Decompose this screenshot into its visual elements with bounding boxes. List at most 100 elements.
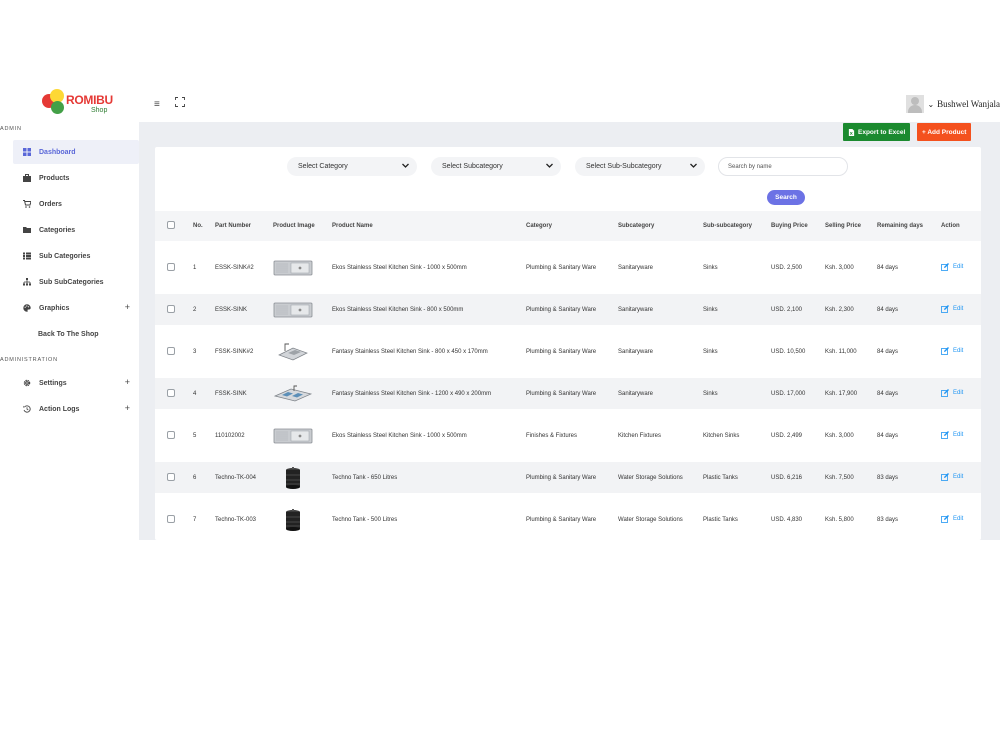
chevron-down-icon <box>402 163 409 168</box>
cell-remaining-days: 84 days <box>877 420 941 451</box>
products-table: No. Part Number Product Image Product Na… <box>155 211 981 535</box>
cell-subsubcategory: Sinks <box>703 252 771 283</box>
cell-action: Edit <box>941 336 981 367</box>
row-checkbox[interactable] <box>167 472 175 481</box>
cell-product-image <box>273 420 332 451</box>
cell-selling-price: Ksh. 11,000 <box>825 336 877 367</box>
sidebar-item-orders[interactable]: Orders <box>13 192 139 216</box>
cell-no: 3 <box>193 336 215 367</box>
sidebar-item-graphics[interactable]: Graphics + <box>13 296 139 320</box>
cell-subcategory: Kitchen Fixtures <box>618 420 703 451</box>
edit-button[interactable]: Edit <box>941 472 963 481</box>
cell-subcategory: Sanitaryware <box>618 294 703 325</box>
row-spacer <box>155 451 981 462</box>
search-input[interactable]: Search by name <box>718 157 848 176</box>
cell-buying-price: USD. 10,500 <box>771 336 825 367</box>
app-shell: ROMIBU Shop ADMIN Dashboard Products Ord… <box>0 86 1000 540</box>
search-button[interactable]: Search <box>767 190 805 205</box>
export-label: Export to Excel <box>858 128 906 136</box>
expand-plus-icon[interactable]: + <box>125 377 130 387</box>
cell-category: Plumbing & Sanitary Ware <box>526 294 618 325</box>
cell-action: Edit <box>941 252 981 283</box>
row-checkbox[interactable] <box>167 346 175 355</box>
cell-action: Edit <box>941 462 981 493</box>
user-menu[interactable]: ⌄ Bushwel Wanjala <box>906 95 1000 113</box>
subsubcategory-select[interactable]: Select Sub-Subcategory <box>575 157 705 176</box>
row-checkbox[interactable] <box>167 514 175 523</box>
sidebar-item-label: Sub SubCategories <box>39 278 104 286</box>
cell-category: Plumbing & Sanitary Ware <box>526 462 618 493</box>
sidebar-item-categories[interactable]: Categories <box>13 218 139 242</box>
row-checkbox[interactable] <box>167 388 175 397</box>
edit-icon <box>941 430 949 439</box>
menu-icon[interactable]: ≡ <box>154 99 160 110</box>
edit-button[interactable]: Edit <box>941 304 963 313</box>
cell-subcategory: Sanitaryware <box>618 378 703 409</box>
product-thumbnail <box>273 256 332 280</box>
edit-icon <box>941 262 949 271</box>
cell-product-name: Ekos Stainless Steel Kitchen Sink - 1000… <box>332 420 526 451</box>
edit-button[interactable]: Edit <box>941 262 963 271</box>
column-header: Selling Price <box>825 211 877 241</box>
cell-product-image <box>273 378 332 409</box>
edit-label: Edit <box>953 515 964 522</box>
expand-plus-icon[interactable]: + <box>125 302 130 312</box>
row-checkbox[interactable] <box>167 262 175 271</box>
brand-logo[interactable]: ROMIBU Shop <box>40 88 113 120</box>
row-checkbox[interactable] <box>167 430 175 439</box>
table-row[interactable]: 2 ESSK-SINK Ekos Stainless Steel Kitchen S… <box>155 294 981 325</box>
sidebar-item-sub-categories[interactable]: Sub Categories <box>13 244 139 268</box>
row-checkbox[interactable] <box>167 304 175 313</box>
grid-icon <box>13 148 31 156</box>
sidebar-item-products[interactable]: Products <box>13 166 139 190</box>
expand-plus-icon[interactable]: + <box>125 403 130 413</box>
cell-selling-price: Ksh. 7,500 <box>825 462 877 493</box>
export-excel-button[interactable]: Export to Excel <box>843 123 911 141</box>
cell-buying-price: USD. 2,100 <box>771 294 825 325</box>
sidebar-item-dashboard[interactable]: Dashboard <box>13 140 139 164</box>
topbar: ≡ ⌄ Bushwel Wanjala <box>139 86 1000 122</box>
add-product-button[interactable]: + Add Product <box>917 123 972 141</box>
sidebar-item-settings[interactable]: Settings + <box>13 371 139 395</box>
spacer-cell <box>155 493 981 504</box>
cell-no: 1 <box>193 252 215 283</box>
subcategory-select-value: Select Subcategory <box>442 163 503 170</box>
cell-action: Edit <box>941 378 981 409</box>
sidebar-item-action-logs[interactable]: Action Logs + <box>13 397 139 421</box>
cell-product-name: Ekos Stainless Steel Kitchen Sink - 1000… <box>332 252 526 283</box>
edit-icon <box>941 346 949 355</box>
subcategory-select[interactable]: Select Subcategory <box>431 157 561 176</box>
edit-button[interactable]: Edit <box>941 346 963 355</box>
main-content: Export to Excel + Add Product Select Cat… <box>139 122 1000 540</box>
cart-icon <box>13 200 31 208</box>
edit-label: Edit <box>953 431 964 438</box>
edit-button[interactable]: Edit <box>941 514 964 523</box>
cell-remaining-days: 83 days <box>877 504 941 535</box>
category-select-value: Select Category <box>298 163 348 170</box>
cell-subsubcategory: Plastic Tanks <box>703 462 771 493</box>
edit-button[interactable]: Edit <box>941 430 964 439</box>
row-select-cell <box>155 462 193 493</box>
sidebar-item-label: Dashboard <box>39 148 76 156</box>
sidebar-item-sub-subcategories[interactable]: Sub SubCategories <box>13 270 139 294</box>
table-row[interactable]: 7 Techno-TK-003 Techno Tank - 500 Litres Pl… <box>155 504 981 535</box>
cell-buying-price: USD. 2,499 <box>771 420 825 451</box>
category-select[interactable]: Select Category <box>287 157 417 176</box>
edit-label: Edit <box>953 389 964 396</box>
fullscreen-icon[interactable] <box>175 97 185 107</box>
folder-icon <box>13 226 31 234</box>
row-spacer <box>155 325 981 336</box>
edit-button[interactable]: Edit <box>941 388 964 397</box>
edit-icon <box>941 304 949 313</box>
table-row[interactable]: 1 ESSK-SINK#2 Ekos Stainless Steel Kitchen… <box>155 252 981 283</box>
cell-subsubcategory: Sinks <box>703 336 771 367</box>
cell-no: 6 <box>193 462 215 493</box>
sidebar-item-back-to-shop[interactable]: Back To The Shop <box>13 322 139 346</box>
cog-icon <box>13 379 31 387</box>
table-row[interactable]: 5 110102002 Ekos Stainless Steel Kitchen S… <box>155 420 981 451</box>
table-row[interactable]: 6 Techno-TK-004 Techno Tank - 650 Litres Pl… <box>155 462 981 493</box>
table-row[interactable]: 4 FSSK-SINK Fantasy Stainless Steel Kitche… <box>155 378 981 409</box>
column-header: Sub-subcategory <box>703 211 771 241</box>
select-all-checkbox[interactable] <box>167 221 175 229</box>
table-row[interactable]: 3 FSSK-SINK#2 Fantasy Stainless Steel Kitc… <box>155 336 981 367</box>
